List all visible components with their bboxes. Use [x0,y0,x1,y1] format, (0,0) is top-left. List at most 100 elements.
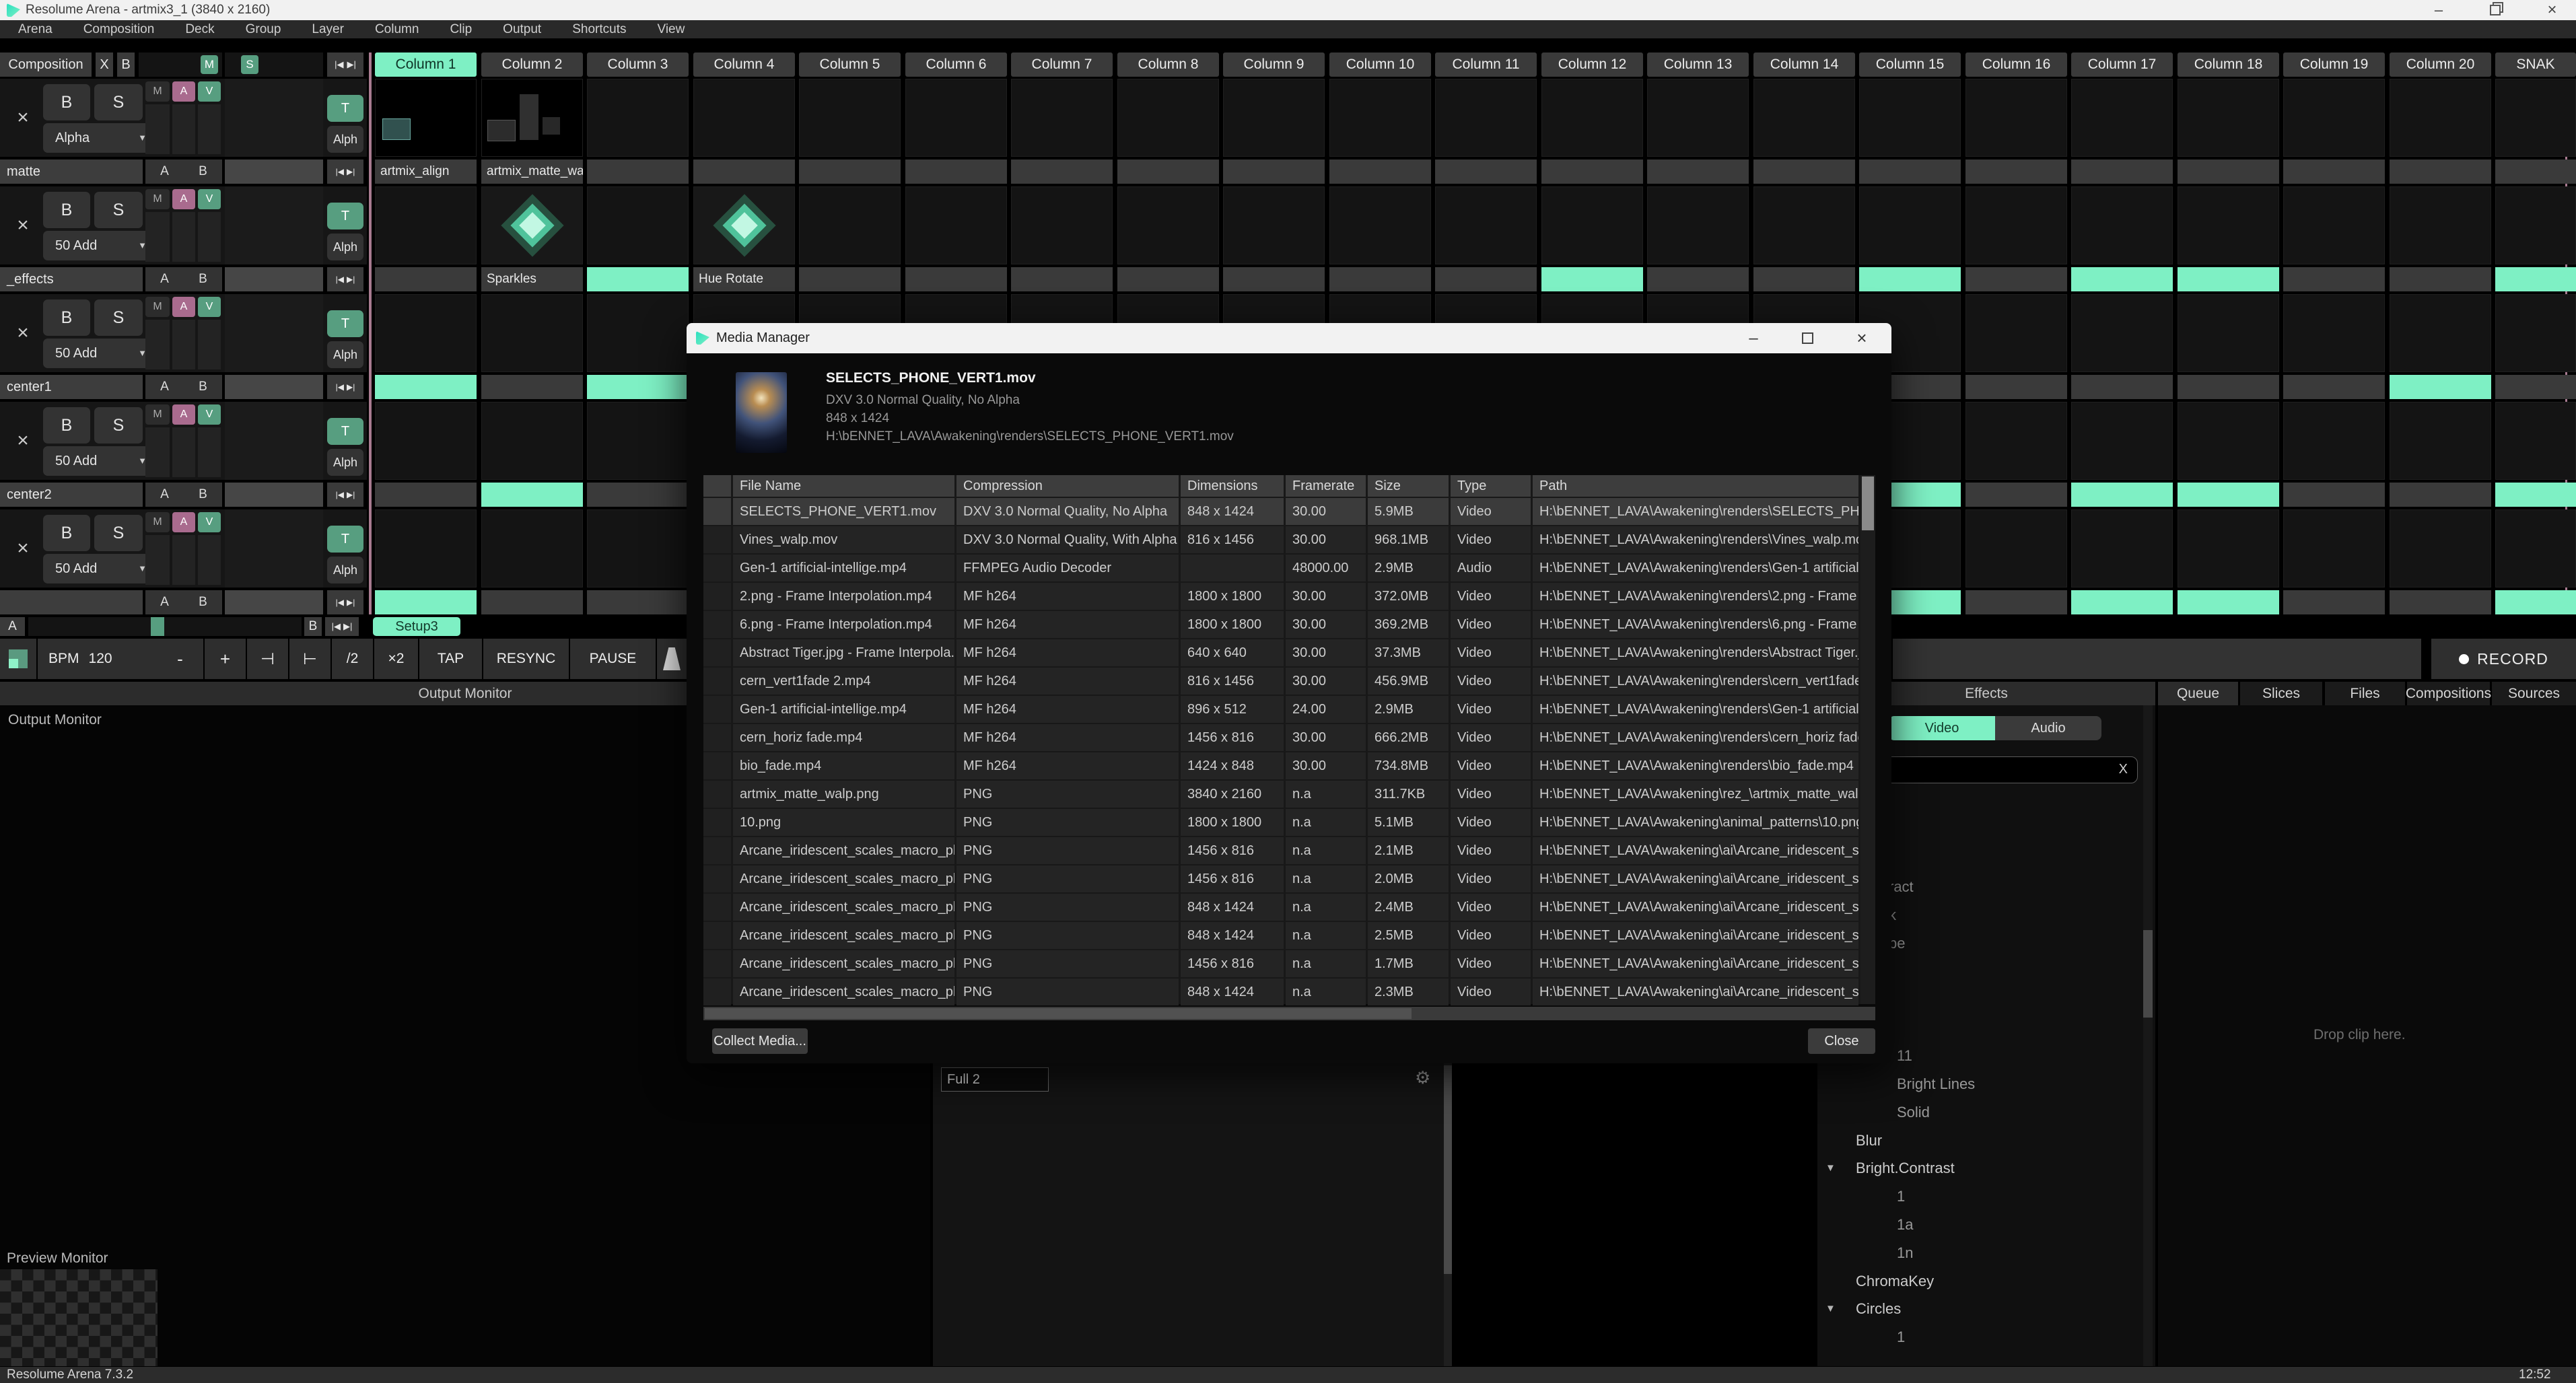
table-row-6-size[interactable]: 37.3MB [1368,639,1449,666]
crossfader-prev-next[interactable]: |◀▶| [325,617,359,636]
clip-thumb-r2c20[interactable] [2390,186,2491,264]
table-row-2-file[interactable]: Vines_walp.mov [733,526,954,553]
effect-group-bright-contrast[interactable]: Bright.Contrast [1856,1154,1955,1182]
table-row-15-dim[interactable]: 848 x 1424 [1181,894,1284,921]
clip-thumb-r4c1[interactable] [375,402,477,480]
layer-name-label[interactable]: _effects [0,267,143,291]
table-row-5-fps[interactable]: 30.00 [1286,611,1366,638]
composition-s-button[interactable]: S [241,55,258,74]
column-header-16[interactable]: Column 16 [1965,52,2067,77]
table-row-17-path[interactable]: H:\bENNET_LAVA\Awakening\ai\Arcane_iride… [1533,950,1858,977]
table-header-type[interactable]: Type [1451,475,1531,497]
table-row-11-file[interactable]: artmix_matte_walp.png [733,781,954,808]
clip-thumb-r2c1[interactable] [375,186,477,264]
column-header-7[interactable]: Column 7 [1011,52,1113,77]
table-row-18-fps[interactable]: n.a [1286,979,1366,1005]
layer-transition-time-button[interactable]: T [327,310,363,337]
clip-thumb-r3c21[interactable] [2495,294,2576,372]
effect-item-1[interactable]: 1 [1897,1323,1905,1351]
clip-thumb-r2c13[interactable] [1647,186,1749,264]
effects-scrollbar-thumb[interactable] [2143,930,2153,1018]
layer-solo-button[interactable]: S [94,192,143,228]
table-row-18-gutter[interactable] [703,979,731,1005]
effect-group-triangle-icon[interactable]: ▼ [1825,1295,1836,1323]
clip-thumb-r5c20[interactable] [2390,509,2491,588]
layer-clear-button[interactable]: × [7,509,39,588]
clip-label-r3c3[interactable] [587,375,689,399]
composition-m-button[interactable]: M [201,55,218,74]
table-row-3-file[interactable]: Gen-1 artificial-intellige.mp4 [733,555,954,581]
clip-label-r5c18[interactable] [2178,590,2279,614]
clip-label-r2c8[interactable] [1117,267,1219,291]
clip-thumb-r1c6[interactable] [905,79,1007,157]
panel-tab-queue[interactable]: Queue [2158,682,2238,705]
table-row-3-gutter[interactable] [703,555,731,581]
layer-transition-blend-button[interactable]: Alph [327,234,363,260]
table-row-12-fps[interactable]: n.a [1286,809,1366,836]
clip-label-r2c6[interactable] [905,267,1007,291]
table-row-2-gutter[interactable] [703,526,731,553]
table-row-16-fps[interactable]: n.a [1286,922,1366,949]
column-header-17[interactable]: Column 17 [2071,52,2173,77]
table-row-1-gutter[interactable] [703,498,731,525]
dialog-titlebar[interactable]: Media Manager – × [687,323,1891,353]
table-row-6-comp[interactable]: MF h264 [956,639,1179,666]
clip-label-r3c20[interactable] [2390,375,2491,399]
table-row-16-file[interactable]: Arcane_iridescent_scales_macro_ph... [733,922,954,949]
table-row-2-dim[interactable]: 816 x 1456 [1181,526,1284,553]
clip-label-r1c6[interactable] [905,159,1007,184]
table-row-1-size[interactable]: 5.9MB [1368,498,1449,525]
layer-transition-blend-button[interactable]: Alph [327,449,363,476]
clip-thumb-r2c14[interactable] [1753,186,1855,264]
clip-label-r5c21[interactable] [2495,590,2576,614]
layer-prev-next[interactable]: |◀▶| [327,375,363,399]
composition-bypass-button[interactable]: B [117,52,135,77]
table-row-3-type[interactable]: Audio [1451,555,1531,581]
bpm-decrease-button[interactable]: - [157,639,203,679]
clip-label-r2c14[interactable] [1753,267,1855,291]
table-row-8-path[interactable]: H:\bENNET_LAVA\Awakening\renders\Gen-1 a… [1533,696,1858,723]
clip-label-r2c10[interactable] [1329,267,1431,291]
table-row-15-type[interactable]: Video [1451,894,1531,921]
table-row-12-path[interactable]: H:\bENNET_LAVA\Awakening\animal_patterns… [1533,809,1858,836]
clip-label-r4c16[interactable] [1965,483,2067,507]
table-row-14-path[interactable]: H:\bENNET_LAVA\Awakening\ai\Arcane_iride… [1533,865,1858,892]
effect-item-11[interactable]: 11 [1897,1042,1912,1070]
restore-icon[interactable] [2478,0,2512,20]
layer-name-label[interactable]: matte [0,159,143,184]
table-row-14-file[interactable]: Arcane_iridescent_scales_macro_ph... [733,865,954,892]
clip-thumb-r2c4[interactable] [693,186,795,264]
table-row-8-type[interactable]: Video [1451,696,1531,723]
clip-thumb-r1c3[interactable] [587,79,689,157]
table-header-dimensions[interactable]: Dimensions [1181,475,1284,497]
layer-bypass-button[interactable]: B [43,515,90,551]
composition-clear-button[interactable]: X [96,52,113,77]
table-row-4-type[interactable]: Video [1451,583,1531,610]
clip-thumb-r1c5[interactable] [799,79,901,157]
bpm-increase-button[interactable]: + [205,639,246,679]
menu-item-deck[interactable]: Deck [170,22,230,37]
layer-clear-button[interactable]: × [7,402,39,480]
clip-label-r1c2[interactable]: artmix_matte_walp [481,159,583,184]
clip-name-input[interactable] [941,1067,1049,1092]
layer-transition-time-button[interactable]: T [327,203,363,229]
column-header-6[interactable]: Column 6 [905,52,1007,77]
table-row-13-size[interactable]: 2.1MB [1368,837,1449,864]
clip-label-r2c17[interactable] [2071,267,2173,291]
effect-group-triangle-icon[interactable]: ▼ [1825,1154,1836,1182]
media-table-vscrollbar[interactable] [1860,475,1875,1004]
clip-label-r2c1[interactable] [375,267,477,291]
table-row-10-type[interactable]: Video [1451,752,1531,779]
clip-label-r2c9[interactable] [1223,267,1325,291]
table-row-9-path[interactable]: H:\bENNET_LAVA\Awakening\renders\cern_ho… [1533,724,1858,751]
layer-a-button[interactable]: A [172,512,195,532]
layer-a-button[interactable]: A [172,297,195,317]
column-header-18[interactable]: Column 18 [2178,52,2279,77]
table-row-10-gutter[interactable] [703,752,731,779]
clip-thumb-r1c13[interactable] [1647,79,1749,157]
clip-label-r2c2[interactable]: Sparkles [481,267,583,291]
table-row-16-type[interactable]: Video [1451,922,1531,949]
clip-label-r1c9[interactable] [1223,159,1325,184]
table-row-6-fps[interactable]: 30.00 [1286,639,1366,666]
table-row-10-dim[interactable]: 1424 x 848 [1181,752,1284,779]
